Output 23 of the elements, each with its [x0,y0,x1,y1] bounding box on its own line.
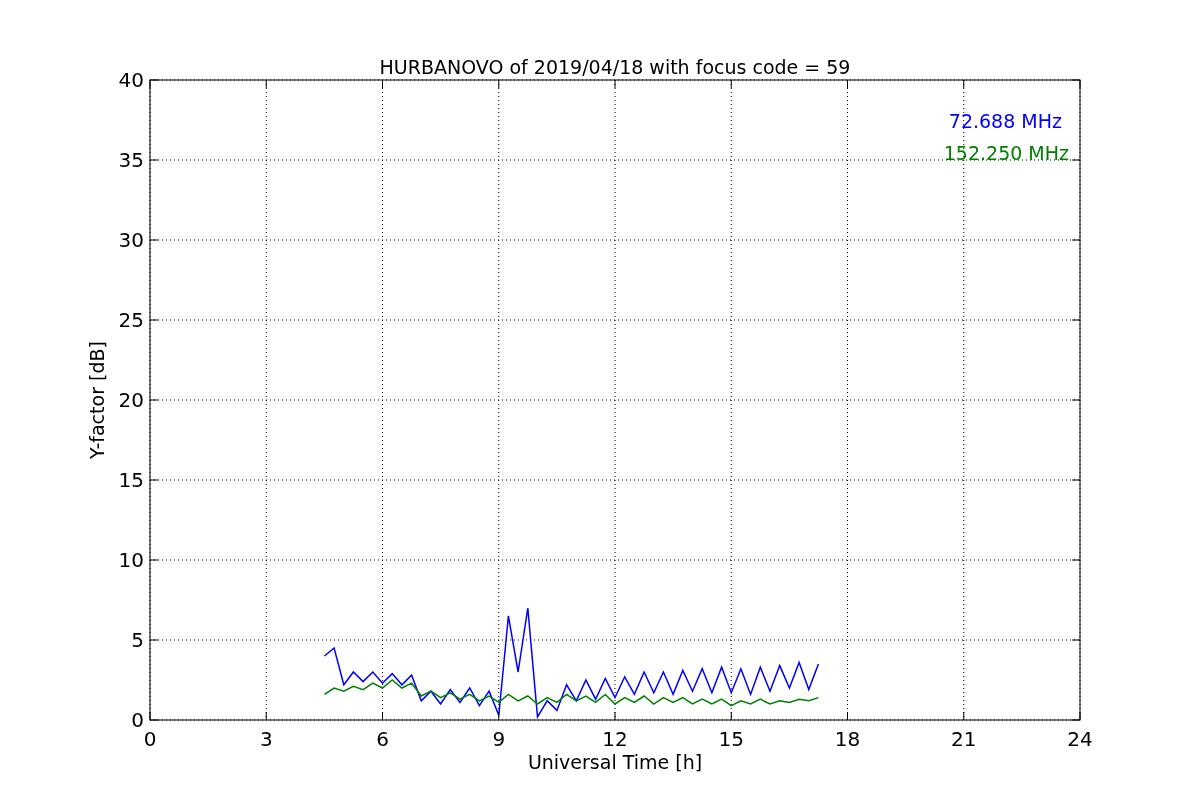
tick-label: 0 [131,708,144,732]
tick-label: 25 [118,308,144,332]
tick-label: 18 [834,727,861,751]
tick-label: 40 [118,68,144,92]
tick-label: 9 [492,727,506,751]
tick-label: 12 [602,727,628,751]
tick-label: 10 [118,548,144,572]
tick-label: 20 [118,388,144,412]
tick-label: 30 [118,228,144,252]
tick-label: 24 [1067,727,1093,751]
tick-label: 3 [259,727,273,751]
tick-label: 15 [718,727,744,751]
tick-label: 15 [118,468,144,492]
tick-label: 21 [951,727,977,751]
series-label: 72.688 MHz [948,110,1062,132]
y-axis-label: Y-factor [dB] [86,341,108,459]
series-label: 152.250 MHz [943,142,1069,164]
x-axis-label: Universal Time [h] [527,751,703,773]
tick-label: 5 [131,628,144,652]
tick-label: 0 [143,727,157,751]
tick-label: 6 [376,727,389,751]
tick-label: 35 [118,148,144,172]
chart-title: HURBANOVO of 2019/04/18 with focus code = 59 [379,56,851,78]
